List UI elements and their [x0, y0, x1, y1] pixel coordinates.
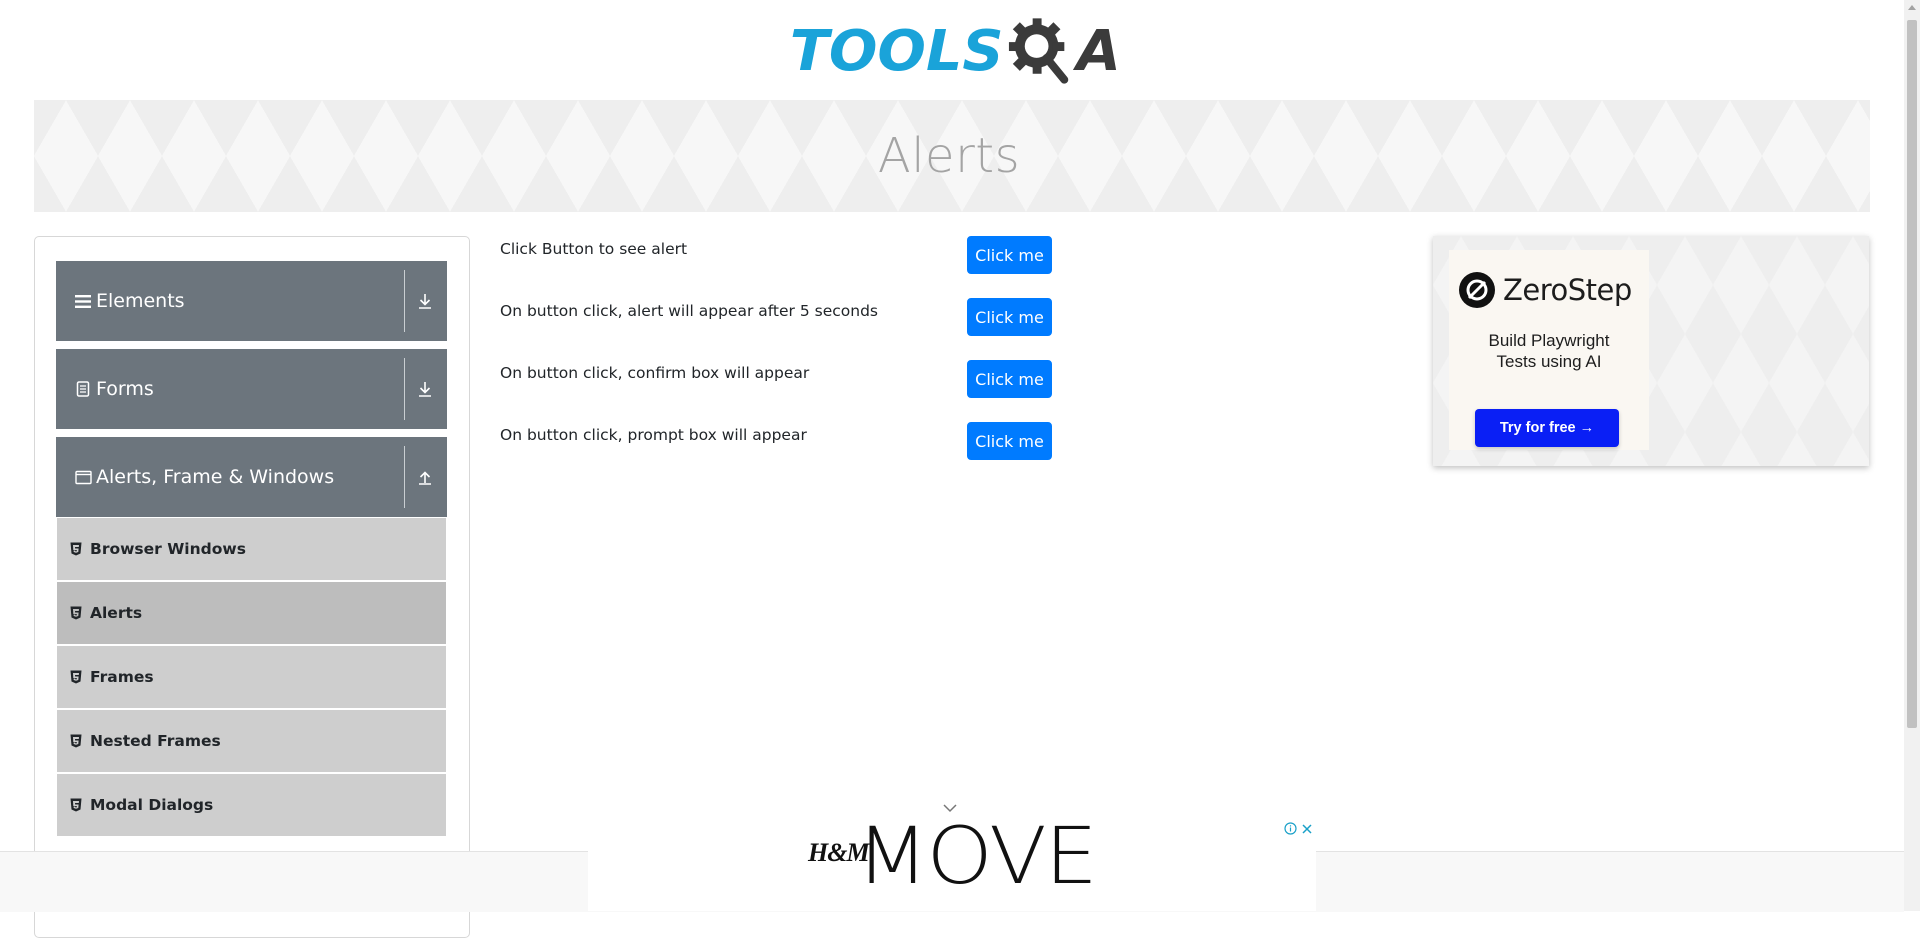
scroll-up-arrow-icon[interactable]	[1908, 5, 1916, 10]
sidebar-item-label: Frames	[90, 668, 154, 686]
prompt-row-label: On button click, prompt box will appear	[500, 426, 807, 444]
nav-group-alerts-frame-windows[interactable]: Alerts, Frame & Windows	[56, 437, 447, 517]
sidebar-item-browser-windows[interactable]: Browser Windows	[57, 518, 446, 580]
window-icon	[72, 470, 94, 485]
page-banner: Alerts	[34, 100, 1870, 212]
logo-text-a: A	[1076, 19, 1121, 84]
zerostep-ad[interactable]: ZeroStep Build Playwright Tests using AI…	[1433, 236, 1869, 466]
ad-headline: MOVE	[856, 812, 1098, 902]
timer-alert-row-label: On button click, alert will appear after…	[500, 302, 878, 320]
download-arrow-icon[interactable]	[411, 261, 439, 341]
page-title: Alerts	[877, 128, 1021, 184]
timer-alert-row: On button click, alert will appear after…	[500, 298, 1060, 336]
toolsqa-logo[interactable]: TOOLS A	[789, 14, 1121, 90]
ad-brand: ZeroStep	[1503, 273, 1632, 307]
ad-tagline-line1: Build Playwright	[1488, 331, 1610, 350]
divider	[404, 358, 405, 420]
document-icon	[72, 381, 94, 397]
confirm-row-label: On button click, confirm box will appear	[500, 364, 810, 382]
html5-icon	[70, 606, 84, 620]
left-navigation-panel: Elements Forms Alerts, Frame & Windows B…	[34, 236, 470, 938]
upload-arrow-icon[interactable]	[411, 437, 439, 517]
zerostep-logo: ZeroStep	[1459, 272, 1632, 308]
divider	[404, 270, 405, 332]
nav-group-elements[interactable]: Elements	[56, 261, 447, 341]
prompt-row: On button click, prompt box will appear …	[500, 422, 1060, 460]
info-icon[interactable]	[1284, 822, 1297, 835]
ad-card: ZeroStep Build Playwright Tests using AI…	[1449, 250, 1649, 450]
sidebar-item-modal-dialogs[interactable]: Modal Dialogs	[57, 774, 446, 836]
ad-choices[interactable]	[1284, 822, 1313, 835]
prompt-button[interactable]: Click me	[967, 422, 1052, 460]
nav-group-label: Alerts, Frame & Windows	[96, 466, 335, 488]
nav-group-label: Elements	[96, 290, 185, 312]
alert-button[interactable]: Click me	[967, 236, 1052, 274]
sidebar-item-nested-frames[interactable]: Nested Frames	[57, 710, 446, 772]
html5-icon	[70, 670, 84, 684]
sidebar-item-frames[interactable]: Frames	[57, 646, 446, 708]
close-icon[interactable]	[1301, 823, 1313, 835]
nav-group-label: Forms	[96, 378, 154, 400]
confirm-row: On button click, confirm box will appear…	[500, 360, 1060, 398]
divider	[404, 446, 405, 508]
html5-icon	[70, 798, 84, 812]
hamburger-icon	[72, 294, 94, 309]
sidebar-item-label: Nested Frames	[90, 732, 221, 750]
alert-row: Click Button to see alert Click me	[500, 236, 1060, 274]
sidebar-item-label: Browser Windows	[90, 540, 246, 558]
ad-tagline: Build Playwright Tests using AI	[1449, 330, 1649, 372]
zerostep-logo-icon	[1459, 272, 1495, 308]
sidebar-item-label: Alerts	[90, 604, 143, 622]
ad-tagline-line2: Tests using AI	[1496, 352, 1602, 371]
logo-text-tools: TOOLS	[789, 19, 1004, 84]
timer-alert-button[interactable]: Click me	[967, 298, 1052, 336]
sidebar-item-alerts[interactable]: Alerts	[57, 582, 446, 644]
scrollbar-thumb[interactable]	[1907, 20, 1917, 728]
confirm-button[interactable]: Click me	[967, 360, 1052, 398]
nav-group-forms[interactable]: Forms	[56, 349, 447, 429]
html5-icon	[70, 734, 84, 748]
try-for-free-button[interactable]: Try for free →	[1475, 409, 1619, 447]
alert-row-label: Click Button to see alert	[500, 240, 688, 258]
download-arrow-icon[interactable]	[411, 349, 439, 429]
gear-magnifier-icon	[1009, 18, 1069, 84]
vertical-scrollbar[interactable]	[1904, 0, 1920, 911]
sidebar-item-label: Modal Dialogs	[90, 796, 214, 814]
html5-icon	[70, 542, 84, 556]
